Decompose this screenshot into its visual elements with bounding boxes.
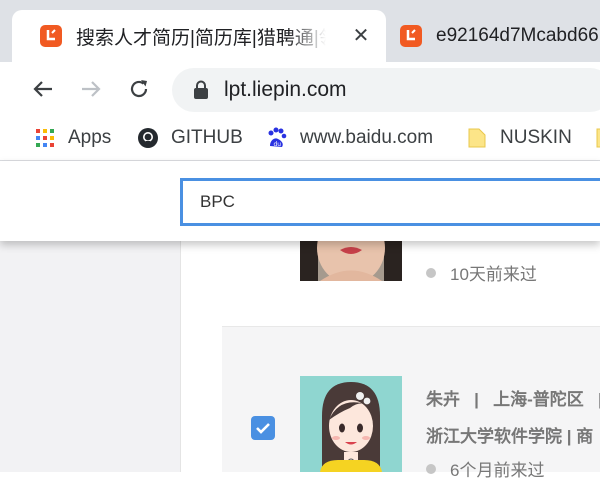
tab-title: e92164d7Mcabd66 [436,25,599,46]
github-icon [137,127,159,149]
bookmark-nuskin[interactable]: NUSKIN [466,124,572,152]
apps-grid-icon [34,127,56,149]
status-dot-icon [426,267,436,278]
last-visit-text: 10天前来过 [450,265,537,284]
folder-icon [594,127,600,149]
close-icon[interactable]: ✕ [350,24,372,47]
tab-active[interactable]: 搜索人才简历|简历库|猎聘通|领先 ✕ [12,10,386,62]
lock-icon [194,80,208,99]
select-checkbox[interactable] [251,416,275,440]
tab-inactive[interactable]: e92164d7Mcabd66 [386,10,600,62]
search-overlay [0,161,600,241]
reload-icon[interactable] [124,74,154,104]
bookmark-apps[interactable]: Apps [34,124,111,152]
candidate-location: 上海-普陀区 [493,390,584,409]
url-text: lpt.liepin.com [224,78,347,101]
status-dot-icon [426,463,436,474]
forward-arrow-icon[interactable] [76,74,106,104]
candidate-avatar[interactable] [300,376,402,472]
browser-toolbar: lpt.liepin.com [0,62,600,116]
tab-strip: 搜索人才简历|简历库|猎聘通|领先 ✕ e92164d7Mcabd66 [0,0,600,62]
back-arrow-icon[interactable] [28,74,58,104]
bookmark-folder-partial[interactable] [594,124,600,152]
bookmark-github[interactable]: GITHUB [137,124,243,152]
folder-icon [466,127,488,149]
address-bar[interactable]: lpt.liepin.com [172,68,600,112]
svg-text:du: du [274,141,282,148]
tab-title: 搜索人才简历|简历库|猎聘通|领先 [76,27,326,49]
bookmark-label: Apps [68,127,112,148]
candidate-name[interactable]: 朱卉 [426,390,460,409]
last-visit-text: 6个月前来过 [450,461,545,480]
last-visit: 10天前来过 [426,260,537,285]
candidate-education: 浙江大学软件学院 | 商 [426,427,594,446]
bookmark-baidu[interactable]: du www.baidu.com [266,124,433,152]
bookmark-label: GITHUB [171,127,243,148]
baidu-icon: du [266,127,288,149]
bookmark-label: NUSKIN [500,127,572,148]
search-input[interactable] [180,178,600,226]
candidate-basic-info: 朱卉 | 上海-普陀区 | [426,385,600,410]
last-visit: 6个月前来过 [426,456,544,481]
check-icon [256,423,270,434]
bookmarks-bar: Apps GITHUB du www.baidu.com NUSKIN [0,116,600,161]
separator: | [474,390,479,409]
liepin-logo-icon [40,25,62,47]
liepin-logo-icon [400,25,422,47]
bookmark-label: www.baidu.com [300,127,434,148]
